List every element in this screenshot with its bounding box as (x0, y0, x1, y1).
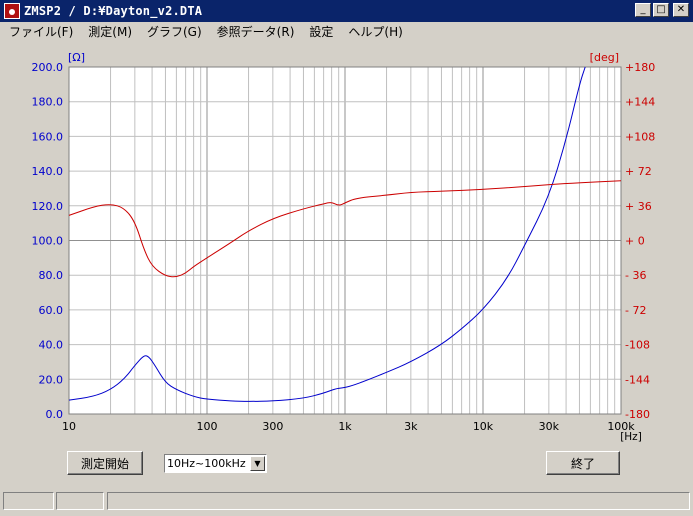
y-right-tick-label: +108 (625, 130, 655, 143)
y-right-tick-label: -108 (625, 339, 650, 352)
start-measurement-button[interactable]: 測定開始 (67, 451, 143, 475)
y-left-tick-label: 120.0 (32, 200, 64, 213)
status-pane-1 (3, 492, 54, 510)
impedance-phase-chart: [Ω] [deg][Hz]200.0180.0160.0140.0120.0100… (32, 51, 656, 443)
app-window: ZMSP2 / D:¥Dayton_v2.DTA _ □ ✕ ファイル(F) 測… (0, 0, 693, 516)
menu-bar: ファイル(F) 測定(M) グラフ(G) 参照データ(R) 設定 ヘルプ(H) (0, 22, 693, 40)
x-tick-label: 1k (338, 420, 352, 433)
y-left-tick-label: 100.0 (32, 235, 64, 248)
y-right-tick-label: +180 (625, 61, 655, 74)
y-right-tick-label: - 72 (625, 304, 646, 317)
y-left-tick-label: 180.0 (32, 96, 64, 109)
frequency-range-value: 10Hz~100kHz (167, 457, 246, 470)
y-right-tick-label: + 36 (625, 200, 652, 213)
x-tick-label: 30k (539, 420, 560, 433)
close-button[interactable]: ✕ (673, 3, 689, 17)
y-right-tick-label: + 0 (625, 235, 645, 248)
y-left-unit-label: [Ω] (68, 51, 85, 64)
app-icon[interactable] (4, 3, 20, 19)
x-tick-label: 100 (197, 420, 218, 433)
x-tick-label: 3k (404, 420, 418, 433)
status-pane-3 (107, 492, 690, 510)
y-left-tick-label: 160.0 (32, 130, 64, 143)
menu-reference-data[interactable]: 参照データ(R) (208, 23, 301, 40)
title-bar[interactable]: ZMSP2 / D:¥Dayton_v2.DTA _ □ ✕ (0, 0, 693, 22)
y-left-tick-label: 60.0 (39, 304, 64, 317)
status-pane-2 (56, 492, 104, 510)
y-left-tick-label: 140.0 (32, 165, 64, 178)
maximize-button[interactable]: □ (653, 3, 669, 17)
y-left-tick-label: 200.0 (32, 61, 64, 74)
menu-graph[interactable]: グラフ(G) (138, 23, 208, 40)
x-tick-label: 10 (62, 420, 76, 433)
exit-button[interactable]: 終了 (546, 451, 620, 475)
menu-measure[interactable]: 測定(M) (79, 23, 138, 40)
y-left-tick-label: 0.0 (46, 408, 64, 421)
y-right-tick-label: +144 (625, 96, 655, 109)
x-tick-label: 100k (607, 420, 635, 433)
window-title: ZMSP2 / D:¥Dayton_v2.DTA (24, 4, 203, 18)
status-bar (0, 492, 693, 512)
y-left-tick-label: 20.0 (39, 373, 64, 386)
y-right-tick-label: - 36 (625, 269, 646, 282)
dropdown-arrow-icon[interactable]: ▼ (250, 456, 265, 471)
x-tick-label: 300 (262, 420, 283, 433)
y-left-tick-label: 80.0 (39, 269, 64, 282)
minimize-button[interactable]: _ (635, 3, 651, 17)
frequency-range-select[interactable]: 10Hz~100kHz ▼ (164, 454, 267, 473)
y-left-tick-label: 40.0 (39, 339, 64, 352)
y-right-tick-label: + 72 (625, 165, 652, 178)
y-right-unit-label: [deg] (590, 51, 619, 64)
y-right-tick-label: -144 (625, 373, 650, 386)
x-tick-label: 10k (473, 420, 494, 433)
window-controls: _ □ ✕ (635, 3, 689, 17)
menu-file[interactable]: ファイル(F) (0, 23, 79, 40)
menu-settings[interactable]: 設定 (300, 23, 339, 40)
menu-help[interactable]: ヘルプ(H) (339, 23, 408, 40)
